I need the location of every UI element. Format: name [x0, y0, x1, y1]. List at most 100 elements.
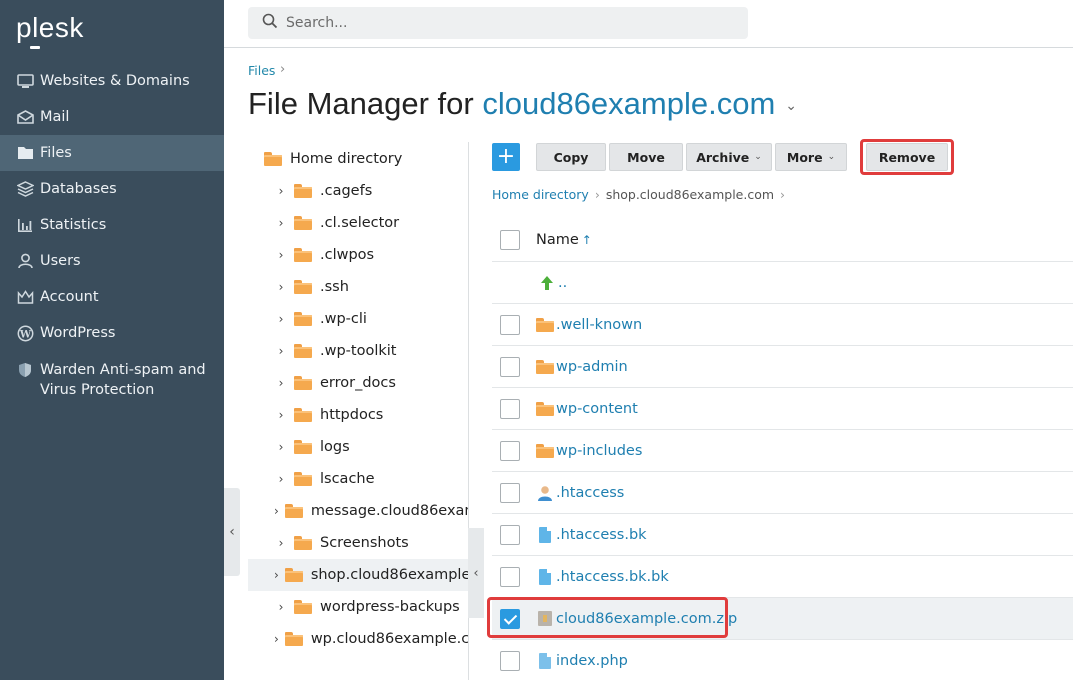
chevron-right-icon[interactable]: ›	[274, 536, 288, 550]
svg-text:W: W	[18, 329, 31, 340]
chevron-left-icon: ‹	[229, 524, 235, 540]
folder-icon	[294, 536, 312, 550]
folder-icon	[536, 442, 554, 460]
file-row[interactable]: .htaccess.bk.bk	[492, 556, 1073, 598]
sidebar-item-label: Account	[40, 289, 99, 305]
file-row[interactable]: wp-includes	[492, 430, 1073, 472]
chevron-right-icon[interactable]: ›	[274, 184, 288, 198]
tree-item[interactable]: › .ssh	[248, 271, 468, 303]
chevron-right-icon[interactable]: ›	[274, 568, 279, 582]
search-input[interactable]	[286, 15, 726, 31]
sidebar-item-label: WordPress	[40, 325, 116, 341]
select-all-checkbox[interactable]	[500, 229, 520, 250]
row-checkbox[interactable]	[500, 440, 520, 461]
plesk-logo[interactable]: plesk	[16, 12, 84, 49]
row-checkbox[interactable]	[500, 650, 520, 671]
bar-chart-icon	[16, 216, 34, 234]
file-row-parent[interactable]: ..	[492, 262, 1073, 304]
row-checkbox[interactable]	[500, 398, 520, 419]
chevron-right-icon[interactable]: ›	[274, 376, 288, 390]
archive-button[interactable]: Archive ⌄	[686, 143, 772, 171]
domain-switcher[interactable]: cloud86example.com	[482, 86, 775, 121]
sort-ascending-icon: ↑	[581, 232, 592, 247]
sidebar-item-databases[interactable]: Databases	[0, 171, 224, 207]
row-checkbox[interactable]	[500, 524, 520, 545]
tree-item[interactable]: › .cl.selector	[248, 207, 468, 239]
sidebar-item-label: Statistics	[40, 217, 107, 233]
tree-item[interactable]: › error_docs	[248, 367, 468, 399]
tree-collapse-button[interactable]: ‹	[468, 528, 484, 618]
breadcrumb-home-directory[interactable]: Home directory	[492, 187, 589, 202]
file-row[interactable]: index.php	[492, 640, 1073, 680]
copy-button[interactable]: Copy	[536, 143, 606, 171]
breadcrumb-separator: ›	[280, 62, 286, 77]
chevron-right-icon[interactable]: ›	[274, 504, 279, 518]
chevron-right-icon[interactable]: ›	[274, 472, 288, 486]
sidebar-item-label: Mail	[40, 109, 70, 125]
more-button[interactable]: More ⌄	[775, 143, 847, 171]
tree-item[interactable]: › .wp-cli	[248, 303, 468, 335]
row-checkbox[interactable]	[500, 356, 520, 377]
sidebar-item-label: Users	[40, 253, 81, 269]
folder-icon	[284, 632, 303, 646]
folder-icon	[294, 440, 312, 454]
sidebar-item-websites-domains[interactable]: Websites & Domains	[0, 63, 224, 99]
folder-icon	[294, 216, 312, 230]
tree-item[interactable]: › .wp-toolkit	[248, 335, 468, 367]
move-button[interactable]: Move	[609, 143, 683, 171]
chevron-right-icon[interactable]: ›	[274, 440, 288, 454]
sidebar-item-mail[interactable]: Mail	[0, 99, 224, 135]
file-row[interactable]: .htaccess.bk	[492, 514, 1073, 556]
file-list-header: Name ↑	[492, 218, 1073, 262]
sidebar-item-statistics[interactable]: Statistics	[0, 207, 224, 243]
tree-item[interactable]: › logs	[248, 431, 468, 463]
file-row[interactable]: wp-admin	[492, 346, 1073, 388]
tree-item[interactable]: › .cagefs	[248, 175, 468, 207]
chevron-right-icon[interactable]: ›	[274, 280, 288, 294]
up-arrow-icon	[538, 274, 556, 292]
chevron-right-icon[interactable]: ›	[274, 216, 288, 230]
folder-icon	[294, 280, 312, 294]
add-button[interactable]: +	[492, 143, 520, 171]
search-box[interactable]	[248, 7, 748, 39]
sidebar-item-users[interactable]: Users	[0, 243, 224, 279]
sidebar-item-account[interactable]: Account	[0, 279, 224, 315]
chevron-right-icon[interactable]: ›	[274, 600, 288, 614]
file-row[interactable]: .htaccess	[492, 472, 1073, 514]
sidebar-item-files[interactable]: Files	[0, 135, 224, 171]
file-row[interactable]: wp-content	[492, 388, 1073, 430]
folder-icon	[294, 472, 312, 486]
folder-icon	[536, 400, 554, 418]
sidebar-collapse-button[interactable]: ‹	[224, 488, 240, 576]
tree-item[interactable]: ›message.cloud86example.com	[248, 495, 468, 527]
name-column-header[interactable]: Name ↑	[536, 232, 592, 248]
breadcrumb-files[interactable]: Files	[248, 63, 275, 78]
tree-item[interactable]: › httpdocs	[248, 399, 468, 431]
remove-button-highlight	[860, 139, 954, 175]
chevron-right-icon[interactable]: ›	[274, 408, 288, 422]
tree-item[interactable]: › lscache	[248, 463, 468, 495]
folder-icon	[536, 358, 554, 376]
tree-item-selected[interactable]: ›shop.cloud86example.com	[248, 559, 468, 591]
chevron-right-icon[interactable]: ›	[274, 312, 288, 326]
tree-item[interactable]: › wordpress-backups	[248, 591, 468, 623]
crown-icon	[16, 288, 34, 306]
sidebar: plesk Websites & Domains Mail Files Data…	[0, 0, 224, 680]
file-row[interactable]: .well-known	[492, 304, 1073, 346]
tree-item[interactable]: › Screenshots	[248, 527, 468, 559]
folder-icon	[294, 184, 312, 198]
tree-item[interactable]: ›wp.cloud86example.com	[248, 623, 468, 655]
sidebar-item-warden[interactable]: Warden Anti-spam and Virus Protection	[0, 358, 224, 402]
row-checkbox[interactable]	[500, 314, 520, 335]
tree-item-home-directory[interactable]: Home directory	[248, 143, 468, 175]
chevron-right-icon[interactable]: ›	[274, 344, 288, 358]
tree-item[interactable]: › .clwpos	[248, 239, 468, 271]
row-checkbox[interactable]	[500, 566, 520, 587]
folder-icon	[294, 312, 312, 326]
chevron-down-icon[interactable]: ⌄	[785, 97, 797, 113]
sidebar-item-label: Databases	[40, 181, 117, 197]
chevron-right-icon[interactable]: ›	[274, 632, 279, 646]
chevron-right-icon[interactable]: ›	[274, 248, 288, 262]
sidebar-item-wordpress[interactable]: W WordPress	[0, 315, 224, 351]
row-checkbox[interactable]	[500, 482, 520, 503]
